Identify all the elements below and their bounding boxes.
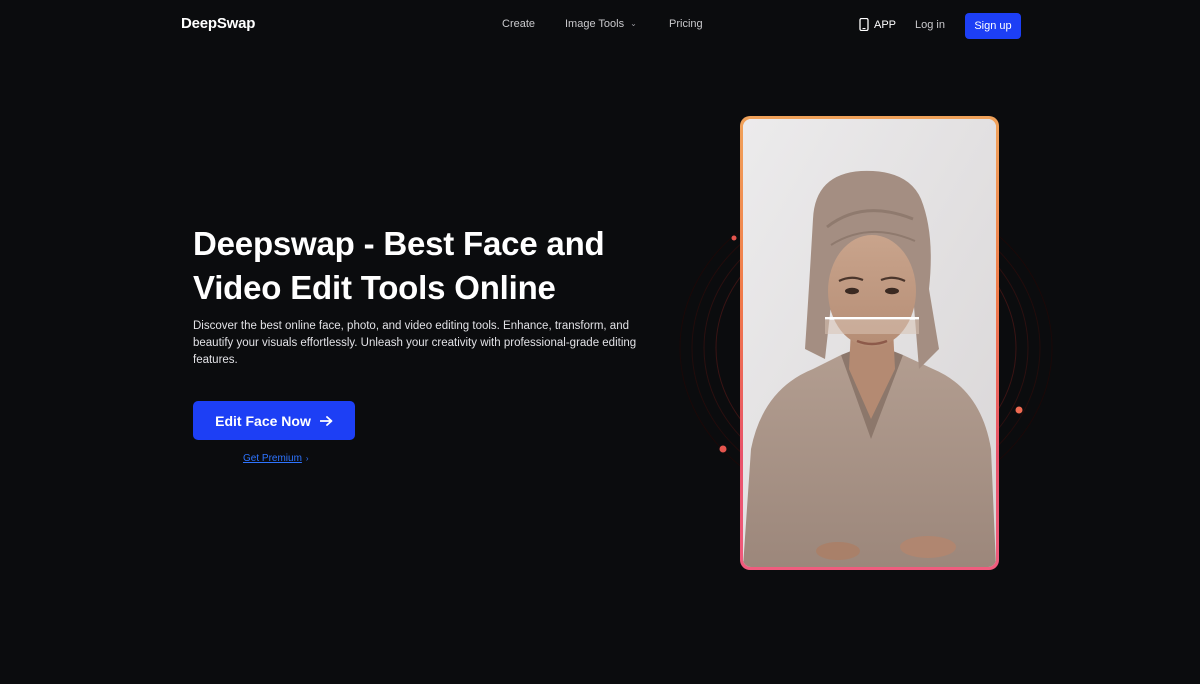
logo[interactable]: DeepSwap — [181, 15, 255, 32]
portrait-illustration — [743, 119, 996, 567]
login-link[interactable]: Log in — [915, 19, 945, 31]
preview-photo — [743, 119, 996, 567]
chevron-down-icon: ⌄ — [630, 19, 637, 28]
chevron-right-icon: › — [305, 454, 309, 463]
hero-title: Deepswap - Best Face and Video Edit Tool… — [193, 222, 673, 310]
nav-image-tools[interactable]: Image Tools ⌄ — [565, 18, 637, 30]
get-premium-link[interactable]: Get Premium › — [243, 453, 309, 464]
hero-title-line-1: Deepswap - Best Face and — [193, 225, 605, 262]
signup-button[interactable]: Sign up — [965, 13, 1021, 39]
ring-dot — [731, 235, 737, 241]
edit-face-now-label: Edit Face Now — [215, 412, 311, 429]
hero-description: Discover the best online face, photo, an… — [193, 320, 637, 366]
arrow-right-icon — [319, 415, 333, 426]
edit-face-now-button[interactable]: Edit Face Now — [193, 401, 355, 440]
ring-dot — [719, 445, 727, 453]
hero-title-line-2: Video Edit Tools Online — [193, 269, 556, 306]
ring-dot — [1015, 406, 1023, 414]
nav-pricing[interactable]: Pricing — [669, 18, 703, 30]
nav-image-tools-label: Image Tools — [565, 18, 625, 30]
phone-icon — [859, 18, 869, 31]
nav-create[interactable]: Create — [502, 18, 535, 30]
get-premium-label: Get Premium — [243, 453, 302, 464]
page: DeepSwap Create Image Tools ⌄ Pricing APP… — [0, 0, 1200, 684]
app-label: APP — [874, 18, 897, 31]
app-link[interactable]: APP — [859, 18, 896, 31]
preview-frame — [740, 116, 999, 570]
